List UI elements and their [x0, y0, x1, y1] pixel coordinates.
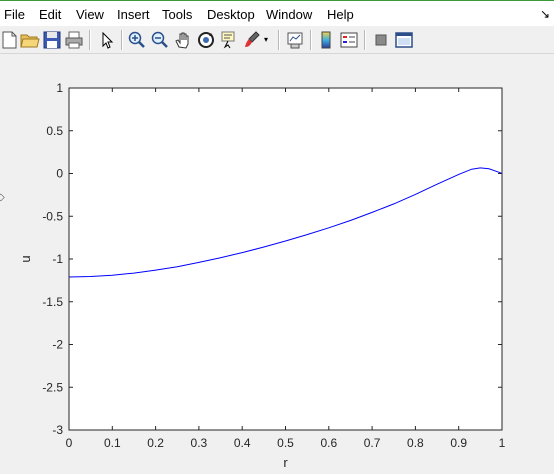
- chevron-down-icon[interactable]: ▾: [264, 30, 272, 50]
- menu-help[interactable]: Help: [327, 7, 354, 22]
- edit-plot-arrow-icon[interactable]: [97, 30, 117, 50]
- hide-plot-tools-icon[interactable]: [371, 30, 391, 50]
- line-plot[interactable]: 0 0.1 0.2 0.3 0.4 0.5 0.6 0.7 0.8 0.9 1 -3 -2.5 -2 -1…: [0, 54, 554, 474]
- x-tick-label: 1: [499, 436, 506, 450]
- show-plot-tools-icon[interactable]: [394, 30, 414, 50]
- save-icon[interactable]: [42, 30, 62, 50]
- axes: 0 0.1 0.2 0.3 0.4 0.5 0.6 0.7 0.8 0.9 1 -3 -2.5 -2 -1…: [18, 81, 506, 470]
- x-tick-label: 0.9: [450, 436, 467, 450]
- toolbar-separator: [364, 30, 366, 50]
- x-tick-label: 0.7: [364, 436, 381, 450]
- x-tick-label: 0.8: [407, 436, 424, 450]
- y-tick-label: 1: [56, 81, 63, 95]
- partial-edge-marker: ◇: [0, 192, 5, 203]
- menu-file[interactable]: File: [4, 7, 25, 22]
- toolbar-separator: [310, 30, 312, 50]
- x-tick-label: 0.4: [234, 436, 251, 450]
- x-tick-label: 0.3: [191, 436, 208, 450]
- rotate-3d-icon[interactable]: [196, 30, 216, 50]
- toolbar-separator: [121, 30, 123, 50]
- menu-insert[interactable]: Insert: [117, 7, 150, 22]
- y-axis-label: u: [18, 255, 33, 262]
- y-tick-label: -3: [52, 423, 63, 437]
- link-plot-icon[interactable]: [285, 30, 305, 50]
- colorbar-icon[interactable]: [316, 30, 336, 50]
- menu-window[interactable]: Window: [266, 7, 312, 22]
- menu-tools[interactable]: Tools: [162, 7, 192, 22]
- y-tick-label: -1: [52, 252, 63, 266]
- zoom-out-icon[interactable]: [150, 30, 170, 50]
- y-tick-label: -1.5: [42, 295, 63, 309]
- menu-bar: File Edit View Insert Tools Desktop Wind…: [0, 0, 554, 26]
- pan-hand-icon[interactable]: [173, 30, 193, 50]
- menu-desktop[interactable]: Desktop: [207, 7, 255, 22]
- data-cursor-icon[interactable]: [219, 30, 239, 50]
- y-tick-label: 0.5: [46, 124, 63, 138]
- x-tick-label: 0.2: [147, 436, 164, 450]
- dock-arrow-icon[interactable]: ↘: [540, 7, 550, 21]
- y-tick-label: 0: [56, 167, 63, 181]
- x-tick-label: 0.1: [104, 436, 121, 450]
- zoom-in-icon[interactable]: [127, 30, 147, 50]
- toolbar-separator: [89, 30, 91, 50]
- open-icon[interactable]: [20, 30, 40, 50]
- x-tick-label: 0: [66, 436, 73, 450]
- brush-icon[interactable]: [242, 30, 262, 50]
- axes-background: [69, 88, 502, 430]
- toolbar-separator: [278, 30, 280, 50]
- legend-icon[interactable]: [339, 30, 359, 50]
- print-icon[interactable]: [64, 30, 84, 50]
- menu-view[interactable]: View: [76, 7, 104, 22]
- figure-canvas: 0 0.1 0.2 0.3 0.4 0.5 0.6 0.7 0.8 0.9 1 -3 -2.5 -2 -1…: [0, 54, 554, 474]
- y-tick-label: -2.5: [42, 380, 63, 394]
- y-tick-label: -2: [52, 338, 63, 352]
- figure-toolbar: ▾: [0, 26, 554, 54]
- x-axis-label: r: [283, 455, 288, 470]
- x-tick-label: 0.6: [320, 436, 337, 450]
- x-tick-label: 0.5: [277, 436, 294, 450]
- menu-edit[interactable]: Edit: [39, 7, 61, 22]
- y-tick-label: -0.5: [42, 209, 63, 223]
- new-figure-icon[interactable]: [0, 30, 20, 50]
